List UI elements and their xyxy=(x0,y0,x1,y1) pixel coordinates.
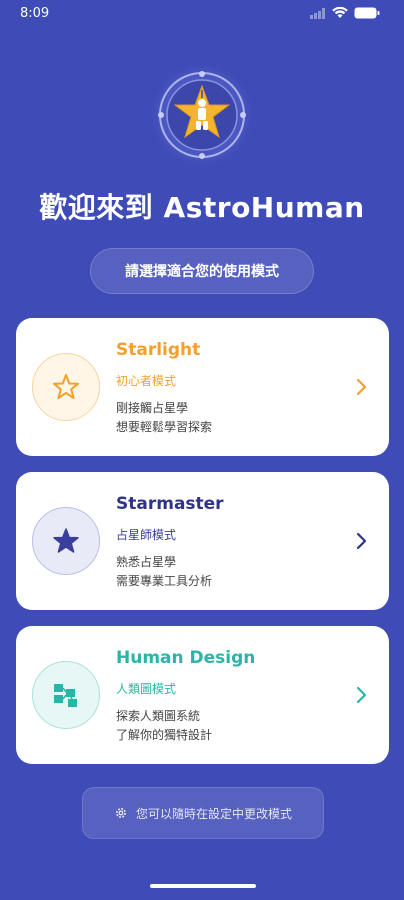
settings-note: 您可以隨時在設定中更改模式 xyxy=(82,787,324,839)
mode-title: Starmaster xyxy=(116,494,224,514)
mode-title: Starlight xyxy=(116,340,201,360)
mode-card-human-design[interactable]: Human Design 人類圖模式 探索人類圖系統 了解你的獨特設計 xyxy=(16,626,389,764)
status-time: 8:09 xyxy=(20,5,50,21)
mode-card-starmaster[interactable]: Starmaster 占星師模式 熟悉占星學 需要專業工具分析 xyxy=(16,472,389,610)
mode-title: Human Design xyxy=(116,648,256,668)
mode-label: 初心者模式 xyxy=(116,374,177,388)
status-icons xyxy=(310,7,380,19)
starmaster-icon-circle xyxy=(32,507,100,575)
settings-note-text: 您可以隨時在設定中更改模式 xyxy=(135,806,292,821)
mode-desc-line: 探索人類圖系統 xyxy=(116,709,201,723)
mode-description: 剛接觸占星學 想要輕鬆學習探索 xyxy=(116,399,212,437)
mode-prompt: 請選擇適合您的使用模式 xyxy=(90,248,314,294)
starlight-text: Starlight 初心者模式 剛接觸占星學 想要輕鬆學習探索 xyxy=(116,340,212,437)
mode-desc-line: 熟悉占星學 xyxy=(116,555,177,569)
star-filled-icon xyxy=(53,528,79,553)
starlight-icon-circle xyxy=(32,353,100,421)
star-outline-icon xyxy=(53,374,79,399)
chevron-right-icon xyxy=(356,686,367,704)
starmaster-text: Starmaster 占星師模式 熟悉占星學 需要專業工具分析 xyxy=(116,494,224,591)
mode-description: 探索人類圖系統 了解你的獨特設計 xyxy=(116,707,255,745)
mode-card-starlight[interactable]: Starlight 初心者模式 剛接觸占星學 想要輕鬆學習探索 xyxy=(16,318,389,456)
human-design-text: Human Design 人類圖模式 探索人類圖系統 了解你的獨特設計 xyxy=(116,648,255,745)
battery-icon xyxy=(354,7,380,19)
mode-label: 人類圖模式 xyxy=(116,682,177,696)
mode-desc-line: 想要輕鬆學習探索 xyxy=(116,420,213,434)
mode-desc-line: 了解你的獨特設計 xyxy=(116,728,213,742)
bodygraph-icon xyxy=(54,684,77,707)
status-bar: 8:09 xyxy=(0,0,404,26)
human-design-icon-circle xyxy=(32,661,100,729)
mode-desc-line: 需要專業工具分析 xyxy=(116,574,213,588)
mode-label: 占星師模式 xyxy=(116,528,177,542)
mode-description: 熟悉占星學 需要專業工具分析 xyxy=(116,553,224,591)
mode-desc-line: 剛接觸占星學 xyxy=(116,401,189,415)
mode-prompt-label: 請選擇適合您的使用模式 xyxy=(125,264,279,280)
signal-icon xyxy=(310,7,325,19)
page-title: 歡迎來到 AstroHuman xyxy=(39,191,365,224)
home-indicator[interactable] xyxy=(150,884,256,888)
chevron-right-icon xyxy=(356,532,367,550)
wifi-icon xyxy=(332,7,348,18)
chevron-right-icon xyxy=(356,378,367,396)
app-logo xyxy=(149,62,255,168)
gear-icon xyxy=(115,808,126,818)
